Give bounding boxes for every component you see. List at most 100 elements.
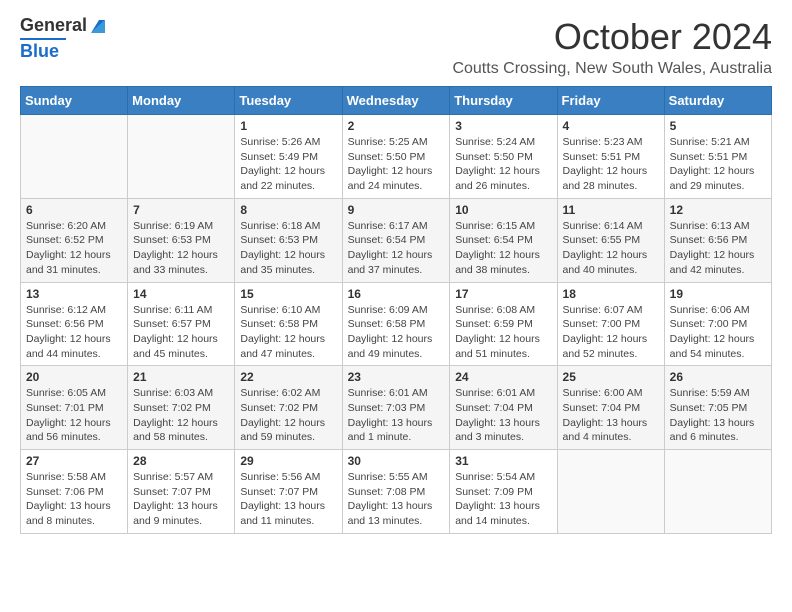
calendar-cell: 24 Sunrise: 6:01 AM Sunset: 7:04 PM Dayli…: [450, 366, 557, 450]
day-number: 30: [348, 454, 445, 468]
weekday-header-saturday: Saturday: [664, 87, 771, 115]
day-info: Sunrise: 5:54 AM Sunset: 7:09 PM Dayligh…: [455, 470, 551, 529]
day-number: 5: [670, 119, 766, 133]
day-number: 21: [133, 370, 229, 384]
calendar-cell: 13 Sunrise: 6:12 AM Sunset: 6:56 PM Dayli…: [21, 282, 128, 366]
calendar-cell: 30Sunrise: 5:55 AM Sunset: 7:08 PM Dayli…: [342, 450, 450, 534]
day-number: 20: [26, 370, 122, 384]
day-number: 12: [670, 203, 766, 217]
day-info: Sunrise: 6:03 AM Sunset: 7:02 PM Dayligh…: [133, 386, 229, 445]
day-info: Sunrise: 6:05 AM Sunset: 7:01 PM Dayligh…: [26, 386, 122, 445]
calendar-cell: 16 Sunrise: 6:09 AM Sunset: 6:58 PM Dayli…: [342, 282, 450, 366]
day-number: 22: [240, 370, 336, 384]
calendar-cell: [128, 115, 235, 199]
calendar-week-5: 27 Sunrise: 5:58 AM Sunset: 7:06 PM Dayli…: [21, 450, 772, 534]
day-info: Sunrise: 5:21 AM Sunset: 5:51 PM Dayligh…: [670, 135, 766, 194]
day-number: 9: [348, 203, 445, 217]
calendar-cell: 11 Sunrise: 6:14 AM Sunset: 6:55 PM Dayli…: [557, 198, 664, 282]
day-info: Sunrise: 6:20 AM Sunset: 6:52 PM Dayligh…: [26, 219, 122, 278]
day-info: Sunrise: 5:25 AM Sunset: 5:50 PM Dayligh…: [348, 135, 445, 194]
calendar-cell: 17 Sunrise: 6:08 AM Sunset: 6:59 PM Dayli…: [450, 282, 557, 366]
day-info: Sunrise: 6:09 AM Sunset: 6:58 PM Dayligh…: [348, 303, 445, 362]
calendar-cell: 23 Sunrise: 6:01 AM Sunset: 7:03 PM Dayli…: [342, 366, 450, 450]
weekday-header-sunday: Sunday: [21, 87, 128, 115]
day-info: Sunrise: 6:11 AM Sunset: 6:57 PM Dayligh…: [133, 303, 229, 362]
day-number: 27: [26, 454, 122, 468]
calendar-week-2: 6 Sunrise: 6:20 AM Sunset: 6:52 PM Daylig…: [21, 198, 772, 282]
day-info: Sunrise: 6:15 AM Sunset: 6:54 PM Dayligh…: [455, 219, 551, 278]
day-number: 10: [455, 203, 551, 217]
day-info: Sunrise: 6:12 AM Sunset: 6:56 PM Dayligh…: [26, 303, 122, 362]
calendar-cell: [21, 115, 128, 199]
logo-text-general: General: [20, 16, 87, 36]
day-info: Sunrise: 6:08 AM Sunset: 6:59 PM Dayligh…: [455, 303, 551, 362]
day-number: 15: [240, 287, 336, 301]
calendar-cell: 3 Sunrise: 5:24 AM Sunset: 5:50 PM Daylig…: [450, 115, 557, 199]
logo: General Blue: [20, 16, 107, 62]
calendar-cell: 4Sunrise: 5:23 AM Sunset: 5:51 PM Daylig…: [557, 115, 664, 199]
day-info: Sunrise: 6:00 AM Sunset: 7:04 PM Dayligh…: [563, 386, 659, 445]
calendar-week-3: 13 Sunrise: 6:12 AM Sunset: 6:56 PM Dayli…: [21, 282, 772, 366]
weekday-header-thursday: Thursday: [450, 87, 557, 115]
calendar-cell: [557, 450, 664, 534]
calendar-cell: [664, 450, 771, 534]
day-number: 6: [26, 203, 122, 217]
day-info: Sunrise: 6:19 AM Sunset: 6:53 PM Dayligh…: [133, 219, 229, 278]
calendar-cell: 31 Sunrise: 5:54 AM Sunset: 7:09 PM Dayli…: [450, 450, 557, 534]
calendar-table: SundayMondayTuesdayWednesdayThursdayFrid…: [20, 86, 772, 534]
day-info: Sunrise: 5:26 AM Sunset: 5:49 PM Dayligh…: [240, 135, 336, 194]
day-info: Sunrise: 5:58 AM Sunset: 7:06 PM Dayligh…: [26, 470, 122, 529]
day-info: Sunrise: 5:59 AM Sunset: 7:05 PM Dayligh…: [670, 386, 766, 445]
day-number: 3: [455, 119, 551, 133]
day-info: Sunrise: 6:13 AM Sunset: 6:56 PM Dayligh…: [670, 219, 766, 278]
day-number: 14: [133, 287, 229, 301]
calendar-cell: 8Sunrise: 6:18 AM Sunset: 6:53 PM Daylig…: [235, 198, 342, 282]
day-info: Sunrise: 6:14 AM Sunset: 6:55 PM Dayligh…: [563, 219, 659, 278]
calendar-cell: 6 Sunrise: 6:20 AM Sunset: 6:52 PM Daylig…: [21, 198, 128, 282]
calendar-week-4: 20 Sunrise: 6:05 AM Sunset: 7:01 PM Dayli…: [21, 366, 772, 450]
calendar-cell: 7Sunrise: 6:19 AM Sunset: 6:53 PM Daylig…: [128, 198, 235, 282]
day-info: Sunrise: 6:06 AM Sunset: 7:00 PM Dayligh…: [670, 303, 766, 362]
calendar-cell: 5 Sunrise: 5:21 AM Sunset: 5:51 PM Daylig…: [664, 115, 771, 199]
day-number: 17: [455, 287, 551, 301]
day-info: Sunrise: 6:01 AM Sunset: 7:04 PM Dayligh…: [455, 386, 551, 445]
calendar-cell: 26Sunrise: 5:59 AM Sunset: 7:05 PM Dayli…: [664, 366, 771, 450]
weekday-header-monday: Monday: [128, 87, 235, 115]
day-number: 1: [240, 119, 336, 133]
day-info: Sunrise: 6:18 AM Sunset: 6:53 PM Dayligh…: [240, 219, 336, 278]
day-number: 23: [348, 370, 445, 384]
day-number: 13: [26, 287, 122, 301]
day-info: Sunrise: 6:17 AM Sunset: 6:54 PM Dayligh…: [348, 219, 445, 278]
calendar-cell: 14 Sunrise: 6:11 AM Sunset: 6:57 PM Dayli…: [128, 282, 235, 366]
day-info: Sunrise: 6:02 AM Sunset: 7:02 PM Dayligh…: [240, 386, 336, 445]
calendar-cell: 15Sunrise: 6:10 AM Sunset: 6:58 PM Dayli…: [235, 282, 342, 366]
day-number: 25: [563, 370, 659, 384]
page-header: General Blue October 2024 Coutts Crossin…: [20, 16, 772, 78]
weekday-header-friday: Friday: [557, 87, 664, 115]
title-section: October 2024 Coutts Crossing, New South …: [452, 16, 772, 78]
day-number: 16: [348, 287, 445, 301]
month-title: October 2024: [452, 16, 772, 58]
day-info: Sunrise: 6:07 AM Sunset: 7:00 PM Dayligh…: [563, 303, 659, 362]
calendar-cell: 22 Sunrise: 6:02 AM Sunset: 7:02 PM Dayli…: [235, 366, 342, 450]
logo-divider: [20, 38, 66, 40]
day-number: 31: [455, 454, 551, 468]
day-number: 19: [670, 287, 766, 301]
day-info: Sunrise: 5:24 AM Sunset: 5:50 PM Dayligh…: [455, 135, 551, 194]
calendar-cell: 12 Sunrise: 6:13 AM Sunset: 6:56 PM Dayli…: [664, 198, 771, 282]
calendar-cell: 25 Sunrise: 6:00 AM Sunset: 7:04 PM Dayli…: [557, 366, 664, 450]
day-number: 11: [563, 203, 659, 217]
logo-text-blue: Blue: [20, 42, 59, 62]
day-number: 24: [455, 370, 551, 384]
day-info: Sunrise: 5:57 AM Sunset: 7:07 PM Dayligh…: [133, 470, 229, 529]
day-info: Sunrise: 6:01 AM Sunset: 7:03 PM Dayligh…: [348, 386, 445, 445]
day-number: 28: [133, 454, 229, 468]
day-number: 29: [240, 454, 336, 468]
calendar-cell: 1 Sunrise: 5:26 AM Sunset: 5:49 PM Daylig…: [235, 115, 342, 199]
weekday-header-wednesday: Wednesday: [342, 87, 450, 115]
day-number: 18: [563, 287, 659, 301]
day-number: 4: [563, 119, 659, 133]
logo-arrow-icon: [89, 17, 107, 35]
calendar-cell: 21 Sunrise: 6:03 AM Sunset: 7:02 PM Dayli…: [128, 366, 235, 450]
calendar-cell: 20 Sunrise: 6:05 AM Sunset: 7:01 PM Dayli…: [21, 366, 128, 450]
